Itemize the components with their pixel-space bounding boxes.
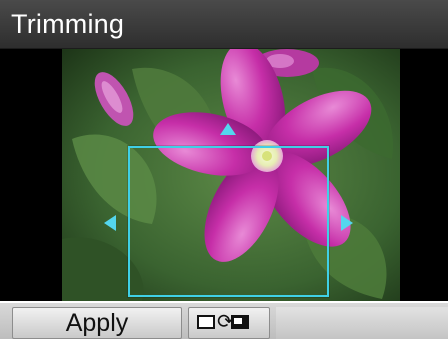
arrow-left-icon[interactable]: [104, 215, 116, 231]
image-viewport: [0, 49, 448, 325]
title-bar: Trimming: [0, 0, 448, 49]
landscape-frame-icon: [197, 315, 215, 329]
crop-frame[interactable]: [128, 146, 329, 297]
bottom-toolbar: Apply ⟳: [0, 301, 448, 339]
toolbar-empty-slot: [276, 307, 448, 339]
arrow-up-icon[interactable]: [220, 123, 236, 135]
rotate-frame-button[interactable]: ⟳: [188, 307, 270, 339]
apply-button[interactable]: Apply: [12, 307, 182, 339]
arrow-right-icon[interactable]: [341, 215, 353, 231]
page-title: Trimming: [11, 9, 125, 39]
apply-button-label: Apply: [65, 309, 129, 337]
rotate-frame-icon: ⟳: [197, 310, 261, 333]
trimming-screen: Trimming Apply ⟳: [0, 0, 448, 339]
portrait-frame-icon: [231, 315, 249, 329]
